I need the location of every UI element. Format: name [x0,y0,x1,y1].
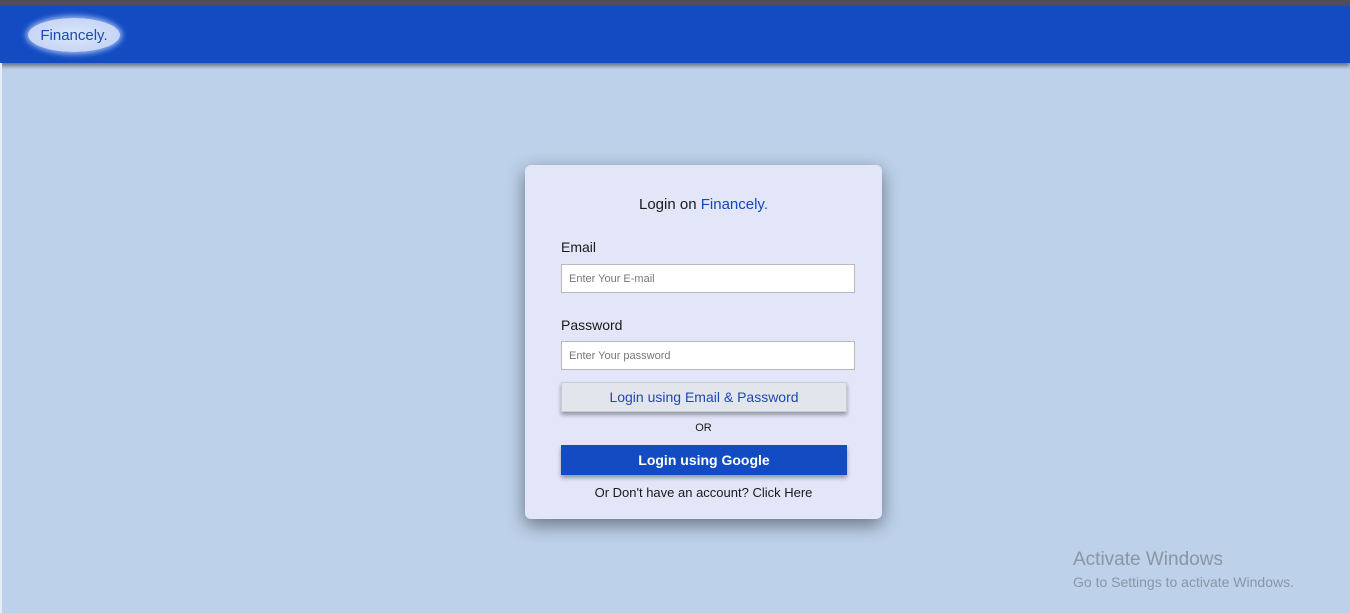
logo[interactable]: Financely. [28,18,120,52]
or-divider-text: OR [695,422,712,434]
login-card: Login on Financely. Email Password Login… [525,165,882,519]
activate-windows-subtitle: Go to Settings to activate Windows. [1073,574,1294,590]
login-title: Login on Financely. [525,196,882,213]
navbar: Financely. [0,6,1350,63]
signup-link[interactable]: Or Don't have an account? Click Here [525,485,882,500]
login-google-button[interactable]: Login using Google [561,445,847,475]
logo-text: Financely. [40,26,108,44]
password-field[interactable] [561,341,855,370]
login-email-password-button[interactable]: Login using Email & Password [561,382,847,412]
login-title-prefix: Login on [639,196,701,213]
email-field[interactable] [561,264,855,293]
login-title-brand: Financely. [700,196,768,213]
password-label: Password [561,317,623,333]
activate-windows-title: Activate Windows [1073,549,1223,570]
left-edge-divider [0,63,2,613]
email-label: Email [561,239,597,255]
